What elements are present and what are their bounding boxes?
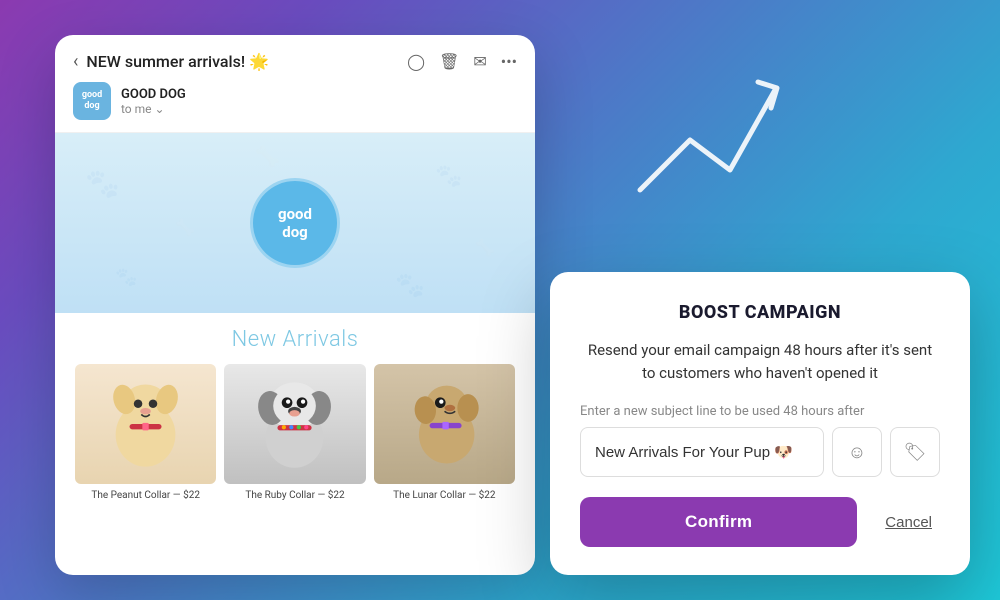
new-arrivals-title: New Arrivals — [75, 327, 515, 352]
dog-ruby-svg — [238, 376, 351, 472]
subject-line-input[interactable] — [580, 427, 824, 477]
sender-name: GOOD DOG — [121, 87, 186, 102]
email-subject: NEW summer arrivals! 🌟 — [86, 52, 269, 71]
product-label-ruby: The Ruby Collar — $22 — [245, 490, 344, 501]
email-body: 🐾 🐾 🐾 🐾 🦴 🦴 🦴 gooddog New Arrivals — [55, 133, 535, 575]
confirm-button[interactable]: Confirm — [580, 497, 857, 547]
tag-button[interactable]: 🏷 — [890, 427, 940, 477]
new-arrivals-section: New Arrivals — [55, 313, 535, 511]
add-icon[interactable]: ◯ — [407, 52, 425, 71]
svg-text:🐾: 🐾 — [85, 167, 120, 200]
svg-text:🦴: 🦴 — [175, 218, 195, 237]
email-header: ‹ NEW summer arrivals! 🌟 ◯ 🗑 ✉ ••• goodd… — [55, 35, 535, 133]
product-ruby: The Ruby Collar — $22 — [224, 364, 365, 501]
email-card: ‹ NEW summer arrivals! 🌟 ◯ 🗑 ✉ ••• goodd… — [55, 35, 535, 575]
product-image-peanut — [75, 364, 216, 484]
svg-text:🐾: 🐾 — [115, 267, 137, 288]
svg-text:🦴: 🦴 — [475, 238, 495, 257]
product-peanut: The Peanut Collar — $22 — [75, 364, 216, 501]
good-dog-logo: gooddog — [250, 178, 340, 268]
svg-text:🦴: 🦴 — [255, 144, 280, 168]
dog-banner: 🐾 🐾 🐾 🐾 🦴 🦴 🦴 gooddog — [55, 133, 535, 313]
boost-modal-title: BOOST CAMPAIGN — [580, 302, 940, 323]
cancel-button[interactable]: Cancel — [877, 514, 940, 531]
dog-lunar-svg — [388, 376, 501, 472]
product-label-peanut: The Peanut Collar — $22 — [91, 490, 200, 501]
trend-arrow-graphic — [620, 60, 800, 220]
delete-icon[interactable]: 🗑 — [439, 52, 459, 71]
product-image-ruby — [224, 364, 365, 484]
product-image-lunar — [374, 364, 515, 484]
product-grid: The Peanut Collar — $22 — [75, 364, 515, 501]
email-action-icons: ◯ 🗑 ✉ ••• — [407, 52, 517, 71]
svg-text:🐾: 🐾 — [435, 164, 462, 189]
svg-text:🐾: 🐾 — [395, 271, 425, 299]
sender-info: GOOD DOG to me ⌄ — [121, 87, 186, 116]
back-icon[interactable]: ‹ — [73, 51, 78, 72]
sender-avatar: gooddog — [73, 82, 111, 120]
boost-input-label: Enter a new subject line to be used 48 h… — [580, 404, 940, 419]
boost-modal-description: Resend your email campaign 48 hours afte… — [580, 339, 940, 384]
boost-input-row: ☺ 🏷 — [580, 427, 940, 477]
emoji-picker-button[interactable]: ☺ — [832, 427, 882, 477]
more-icon[interactable]: ••• — [501, 52, 517, 71]
product-label-lunar: The Lunar Collar — $22 — [393, 490, 495, 501]
boost-modal: BOOST CAMPAIGN Resend your email campaig… — [550, 272, 970, 575]
dog-peanut-svg — [89, 376, 202, 472]
product-lunar: The Lunar Collar — $22 — [374, 364, 515, 501]
boost-modal-actions: Confirm Cancel — [580, 497, 940, 547]
mail-icon[interactable]: ✉ — [473, 52, 486, 71]
sender-to: to me ⌄ — [121, 102, 186, 116]
